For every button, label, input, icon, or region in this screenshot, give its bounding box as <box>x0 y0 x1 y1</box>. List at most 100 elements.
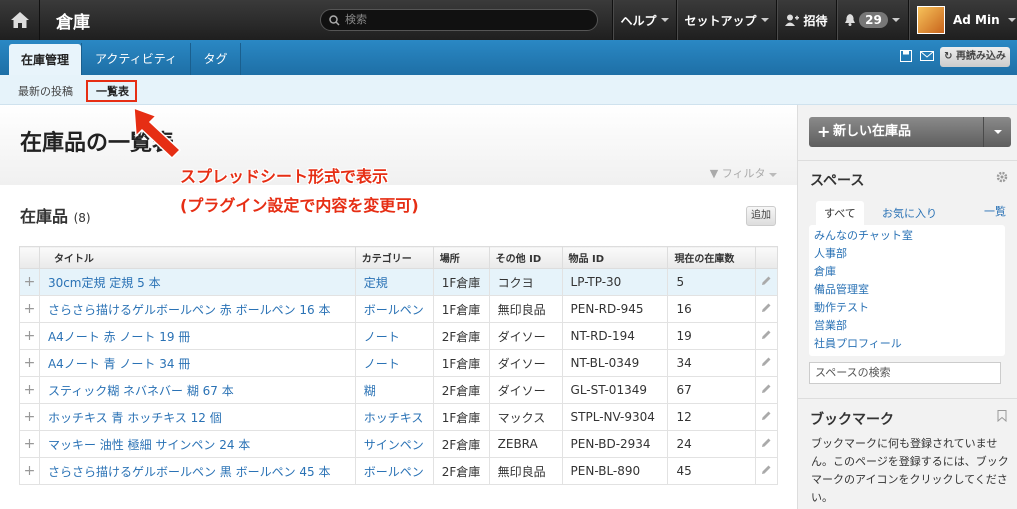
category-link[interactable]: ボールペン <box>364 303 424 317</box>
spaces-tab-favorites[interactable]: お気に入り <box>882 205 937 221</box>
edit-button[interactable] <box>755 322 778 350</box>
column-header[interactable]: カテゴリー <box>354 246 434 269</box>
item-title-cell: 30cm定規 定規 5 本 <box>38 268 356 296</box>
filter-label: フィルタ <box>721 167 766 180</box>
new-item-button[interactable]: + 新しい在庫品 <box>809 117 1011 147</box>
app-title: 倉庫 <box>56 13 90 33</box>
table-row[interactable]: +30cm定規 定規 5 本 定規 1F倉庫 コクヨ LP-TP-30 5 <box>19 268 778 296</box>
table-row[interactable]: + ホッチキス 青 ホッチキス 12 個 ホッチキス 1F倉庫 マックス STPL-NV-… <box>19 403 778 431</box>
home-button[interactable] <box>0 0 40 40</box>
edit-button[interactable] <box>755 376 778 404</box>
help-menu[interactable]: ヘルプ <box>612 0 676 40</box>
item-title-link[interactable]: 30cm定規 定規 5 本 <box>48 276 161 290</box>
category-link[interactable]: ホッチキス <box>364 411 424 425</box>
tab-inventory[interactable]: 在庫管理 <box>9 44 81 76</box>
filter-button[interactable]: ▼ フィルタ <box>710 165 777 181</box>
save-icon[interactable] <box>899 50 913 62</box>
sub-nav: 最新の投稿 一覧表 <box>0 75 1017 105</box>
new-item-dropdown[interactable] <box>983 117 1011 147</box>
space-link[interactable]: 備品管理室 <box>814 281 913 299</box>
user-menu[interactable]: Ad Min <box>908 0 1017 40</box>
pencil-icon <box>762 438 771 447</box>
table-row[interactable]: + スティック糊 ネバネバー 糊 67 本 糊 2F倉庫 ダイソー GL-ST-01349… <box>19 376 778 404</box>
item-title-link[interactable]: さらさら描けるゲルボールペン 黒 ボールペン 45 本 <box>48 465 331 479</box>
item-title-link[interactable]: ホッチキス 青 ホッチキス 12 個 <box>48 411 222 425</box>
item-title-link[interactable]: さらさら描けるゲルボールペン 赤 ボールペン 16 本 <box>48 303 331 317</box>
edit-button[interactable] <box>755 268 778 296</box>
category-link[interactable]: ノート <box>364 330 400 344</box>
gear-icon[interactable] <box>996 171 1008 183</box>
expand-icon[interactable]: + <box>19 295 40 323</box>
category-link[interactable]: ボールペン <box>364 465 424 479</box>
chevron-down-icon <box>891 18 900 22</box>
pencil-icon <box>762 303 771 312</box>
category-link[interactable]: サインペン <box>364 438 424 452</box>
edit-button[interactable] <box>755 295 778 323</box>
chevron-down-icon <box>1007 18 1016 22</box>
item-title-link[interactable]: スティック糊 ネバネバー 糊 67 本 <box>48 384 234 398</box>
spaces-tab-list[interactable]: 一覧 <box>984 203 1006 219</box>
table-row[interactable]: + マッキー 油性 極細 サインペン 24 本 サインペン 2F倉庫 ZEBRA PEN-… <box>19 430 778 458</box>
search-input[interactable]: 検索 <box>320 9 598 31</box>
item-title-link[interactable]: マッキー 油性 極細 サインペン 24 本 <box>48 438 250 452</box>
spaces-tab-all[interactable]: すべて <box>816 201 864 225</box>
header-blank <box>19 246 40 269</box>
column-header[interactable]: 場所 <box>432 246 490 269</box>
table-row[interactable]: + さらさら描けるゲルボールペン 赤 ボールペン 16 本 ボールペン 1F倉庫 無印良… <box>19 295 778 323</box>
subnav-recent[interactable]: 最新の投稿 <box>18 83 73 99</box>
table-row[interactable]: + A4ノート 赤 ノート 19 冊 ノート 2F倉庫 ダイソー NT-RD-194 19 <box>19 322 778 350</box>
item-title-cell: ホッチキス 青 ホッチキス 12 個 <box>38 403 356 431</box>
table-row[interactable]: + さらさら描けるゲルボールペン 黒 ボールペン 45 本 ボールペン 2F倉庫 無印良… <box>19 457 778 485</box>
category-link[interactable]: 糊 <box>364 384 376 398</box>
reload-button[interactable]: ↻ 再読み込み <box>940 47 1010 67</box>
stock-cell: 67 <box>667 376 757 404</box>
category-link[interactable]: ノート <box>364 357 400 371</box>
edit-button[interactable] <box>755 457 778 485</box>
edit-button[interactable] <box>755 430 778 458</box>
stock-cell: 34 <box>667 349 757 377</box>
space-link[interactable]: みんなのチャット室 <box>814 227 913 245</box>
column-header[interactable]: タイトル <box>38 246 356 269</box>
expand-icon[interactable]: + <box>19 322 40 350</box>
invite-button[interactable]: 招待 <box>776 0 836 40</box>
top-bar: 倉庫 検索 ヘルプ セットアップ 招待 29 Ad Min <box>0 0 1017 40</box>
space-link[interactable]: 営業部 <box>814 317 913 335</box>
bookmark-icon[interactable] <box>997 410 1007 422</box>
location-cell: 2F倉庫 <box>432 376 490 404</box>
expand-icon[interactable]: + <box>19 268 40 296</box>
category-cell: ボールペン <box>354 457 434 485</box>
table-row[interactable]: + A4ノート 青 ノート 34 冊 ノート 1F倉庫 ダイソー NT-BL-0349 34 <box>19 349 778 377</box>
mail-icon[interactable] <box>920 50 934 62</box>
setup-menu[interactable]: セットアップ <box>676 0 776 40</box>
bookmark-text: ブックマークに何も登録されていません。このページを登録するには、ブックマークのア… <box>811 437 1009 504</box>
expand-icon[interactable]: + <box>19 457 40 485</box>
column-header[interactable]: 物品 ID <box>561 246 669 269</box>
stock-cell: 5 <box>667 268 757 296</box>
annotation-line2: (プラグイン設定で内容を変更可) <box>180 196 419 215</box>
column-header[interactable]: 現在の在庫数 <box>667 246 757 269</box>
divider <box>798 160 1017 161</box>
other-id-cell: コクヨ <box>488 268 563 296</box>
category-cell: 糊 <box>354 376 434 404</box>
add-button[interactable]: 追加 <box>746 206 776 226</box>
expand-icon[interactable]: + <box>19 403 40 431</box>
edit-button[interactable] <box>755 403 778 431</box>
item-title-link[interactable]: A4ノート 赤 ノート 19 冊 <box>48 330 190 344</box>
space-link[interactable]: 社員プロフィール <box>814 335 913 353</box>
tab-tags[interactable]: タグ <box>191 43 241 75</box>
notifications-button[interactable]: 29 <box>836 0 908 40</box>
space-search-input[interactable]: スペースの検索 <box>809 362 1001 384</box>
edit-button[interactable] <box>755 349 778 377</box>
space-link[interactable]: 倉庫 <box>814 263 913 281</box>
column-header[interactable]: その他 ID <box>488 246 563 269</box>
tab-activity[interactable]: アクティビティ <box>81 43 191 75</box>
category-link[interactable]: 定規 <box>364 276 388 290</box>
expand-icon[interactable]: + <box>19 349 40 377</box>
invite-label: 招待 <box>803 13 828 28</box>
space-link[interactable]: 人事部 <box>814 245 913 263</box>
expand-icon[interactable]: + <box>19 430 40 458</box>
expand-icon[interactable]: + <box>19 376 40 404</box>
item-title-link[interactable]: A4ノート 青 ノート 34 冊 <box>48 357 190 371</box>
space-link[interactable]: 動作テスト <box>814 299 913 317</box>
refresh-icon: ↻ <box>944 51 953 62</box>
